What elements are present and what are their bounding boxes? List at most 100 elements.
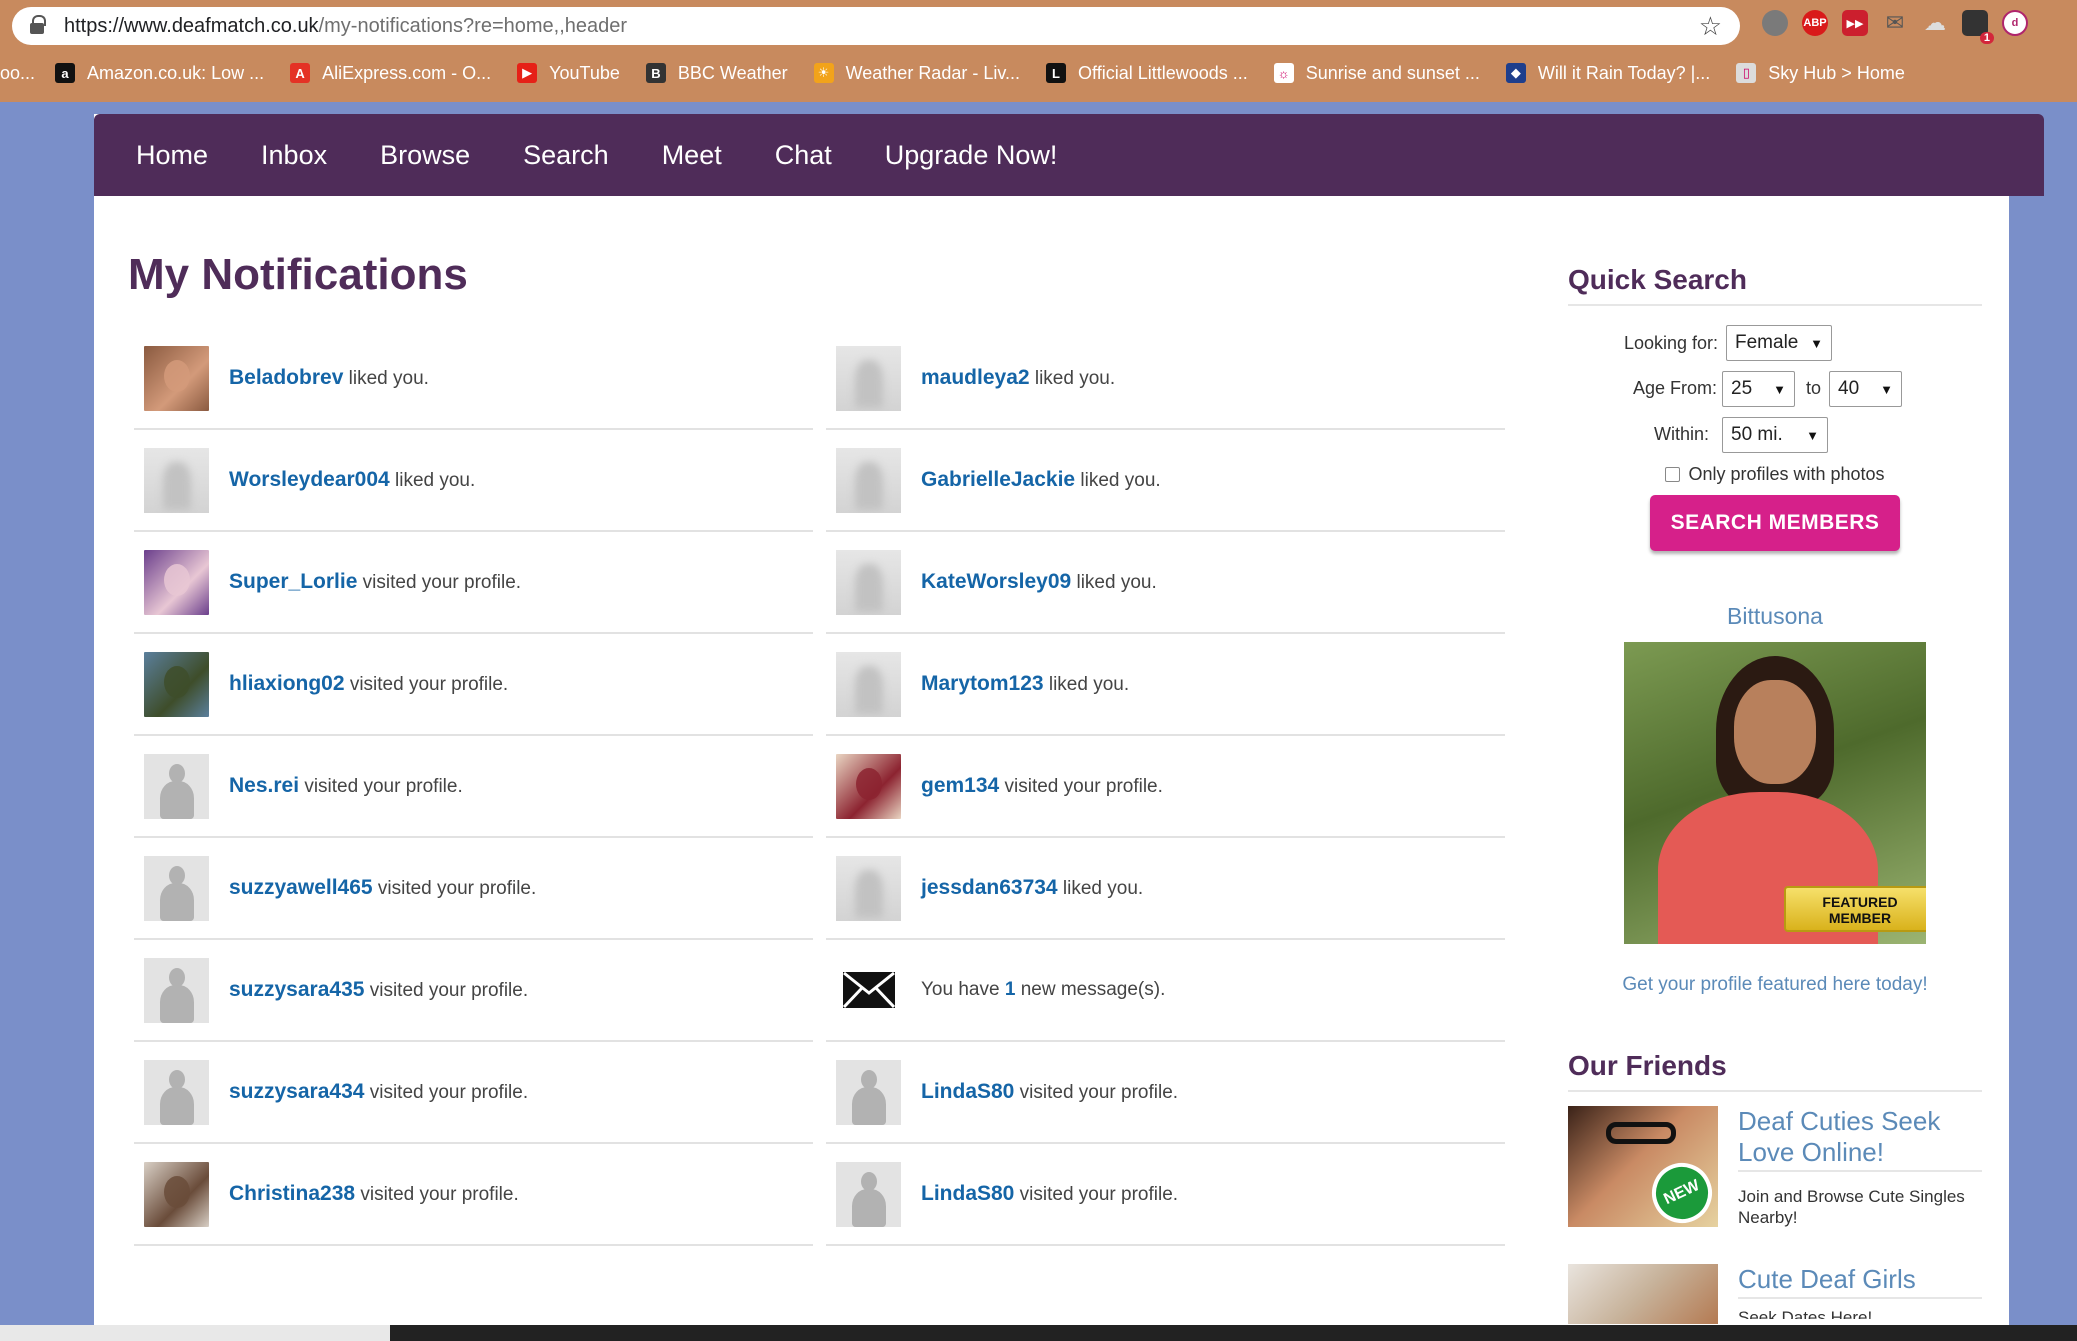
avatar[interactable] [144, 957, 209, 1023]
avatar[interactable] [144, 1059, 209, 1125]
nav-item-home[interactable]: Home [136, 140, 208, 171]
notification-username[interactable]: suzzysara434 [229, 1080, 364, 1103]
extension-circle-icon[interactable] [1762, 10, 1788, 36]
bookmark-item[interactable]: ▯ Sky Hub > Home [1736, 63, 1905, 84]
bookmark-item[interactable]: L Official Littlewoods ... [1046, 63, 1248, 84]
avatar[interactable] [836, 753, 901, 819]
new-badge: NEW [1642, 1153, 1718, 1227]
featured-photo-face [1734, 680, 1816, 784]
chat-extension-icon[interactable]: ☁ [1922, 10, 1948, 36]
notification-row: Marytom123 liked you. [826, 634, 1505, 736]
silhouette-body [160, 780, 194, 819]
friend-title[interactable]: Cute Deaf Girls [1738, 1264, 1982, 1299]
avatar[interactable] [836, 447, 901, 513]
search-members-button[interactable]: SEARCH MEMBERS [1650, 495, 1900, 551]
avatar-face [164, 665, 190, 698]
nav-item-search[interactable]: Search [523, 140, 609, 171]
friend-item[interactable]: NEW Deaf Cuties Seek Love Online! Join a… [1568, 1106, 1982, 1228]
notification-action: visited your profile. [304, 776, 463, 797]
notification-username[interactable]: Marytom123 [921, 672, 1044, 695]
notification-username[interactable]: suzzysara435 [229, 978, 364, 1001]
notification-action: visited your profile. [1019, 1082, 1179, 1103]
bookmark-item[interactable]: ◆ Will it Rain Today? |... [1505, 63, 1710, 84]
friend-title[interactable]: Deaf Cuties Seek Love Online! [1738, 1106, 1982, 1172]
age-to-select[interactable]: 40 ▼ [1829, 371, 1902, 407]
avatar[interactable] [836, 651, 901, 717]
notification-username[interactable]: KateWorsley09 [921, 570, 1071, 593]
avatar[interactable] [144, 855, 209, 921]
profile-extension-icon[interactable]: 1 [1962, 10, 1994, 44]
forward-extension-icon[interactable]: ▶▶ [1842, 10, 1868, 36]
notification-username[interactable]: GabrielleJackie [921, 468, 1075, 491]
notification-username[interactable]: gem134 [921, 774, 999, 797]
notification-username[interactable]: LindaS80 [921, 1182, 1014, 1205]
url-text[interactable]: https://www.deafmatch.co.uk/my-notificat… [64, 15, 627, 38]
avatar[interactable] [144, 1161, 209, 1227]
notification-username[interactable]: Christina238 [229, 1182, 355, 1205]
featured-member-photo[interactable]: FEATURED MEMBER [1624, 642, 1926, 944]
notification-username[interactable]: Super_Lorlie [229, 570, 357, 593]
message-suffix: new message(s). [1020, 979, 1166, 1000]
notification-username[interactable]: hliaxiong02 [229, 672, 345, 695]
avatar[interactable] [836, 1059, 901, 1125]
envelope-shape [842, 971, 895, 1009]
photos-only-checkbox[interactable] [1665, 467, 1681, 482]
notification-row: suzzyawell465 visited your profile. [134, 838, 813, 940]
within-select[interactable]: 50 mi. ▼ [1722, 417, 1828, 453]
notification-text: suzzysara434 visited your profile. [229, 1080, 528, 1104]
notifications-right-column: maudleya2 liked you. GabrielleJackie like… [826, 328, 1505, 1246]
friend-item[interactable]: Cute Deaf Girls Seek Dates Here! [1568, 1264, 1982, 1324]
bookmark-item[interactable]: A AliExpress.com - O... [290, 63, 491, 84]
address-bar[interactable]: https://www.deafmatch.co.uk/my-notificat… [12, 7, 1740, 45]
avatar[interactable] [144, 549, 209, 615]
notification-username[interactable]: Worsleydear004 [229, 468, 390, 491]
avatar[interactable] [836, 1161, 901, 1227]
deafmatch-extension-icon[interactable]: d [2002, 10, 2028, 36]
featured-member-name[interactable]: Bittusona [1568, 603, 1982, 630]
notification-username[interactable]: LindaS80 [921, 1080, 1014, 1103]
bookmark-star-icon[interactable]: ☆ [1699, 11, 1722, 42]
notification-text: You have 1 new message(s). [921, 979, 1165, 1001]
bookmark-item[interactable]: ☀ Weather Radar - Liv... [813, 63, 1020, 84]
looking-for-select[interactable]: Female ▼ [1726, 325, 1832, 361]
mail-extension-icon[interactable]: ✉ [1882, 10, 1908, 36]
silhouette-body [160, 882, 194, 921]
bookmark-item[interactable]: B BBC Weather [645, 63, 788, 84]
get-featured-link[interactable]: Get your profile featured here today! [1568, 974, 1982, 996]
bookmark-item[interactable]: ▶ YouTube [517, 63, 620, 84]
notification-action: liked you. [395, 470, 476, 491]
dropdown-arrow-icon: ▼ [1806, 427, 1819, 443]
message-count[interactable]: 1 [1005, 979, 1016, 1000]
nav-item-chat[interactable]: Chat [775, 140, 832, 171]
friend-thumbnail[interactable] [1568, 1264, 1718, 1324]
age-from-select[interactable]: 25 ▼ [1722, 371, 1795, 407]
nav-item-upgrade-now[interactable]: Upgrade Now! [885, 140, 1058, 171]
notification-username[interactable]: jessdan63734 [921, 876, 1058, 899]
notification-username[interactable]: Beladobrev [229, 366, 343, 389]
avatar[interactable] [836, 345, 901, 411]
adblock-icon[interactable]: ABP [1802, 10, 1828, 36]
littlewoods-icon: L [1046, 63, 1067, 83]
avatar[interactable] [144, 345, 209, 411]
friend-thumbnail[interactable]: NEW [1568, 1106, 1718, 1227]
bookmark-item[interactable]: a Amazon.co.uk: Low ... [55, 63, 264, 84]
glasses-shape [1606, 1122, 1676, 1144]
nav-item-browse[interactable]: Browse [380, 140, 470, 171]
looking-for-label: Looking for: [1623, 332, 1718, 353]
avatar[interactable] [144, 651, 209, 717]
avatar[interactable] [836, 855, 901, 921]
nav-item-meet[interactable]: Meet [662, 140, 722, 171]
youtube-icon: ▶ [517, 63, 538, 83]
bookmark-partial[interactable]: oo... [0, 63, 35, 84]
within-label: Within: [1654, 424, 1710, 444]
avatar[interactable] [836, 549, 901, 615]
notification-username[interactable]: maudleya2 [921, 366, 1030, 389]
notification-username[interactable]: Nes.rei [229, 774, 299, 797]
avatar[interactable] [144, 447, 209, 513]
age-to-value: 40 [1838, 378, 1860, 399]
nav-item-inbox[interactable]: Inbox [261, 140, 327, 171]
notification-username[interactable]: suzzyawell465 [229, 876, 373, 899]
bookmark-item[interactable]: ☼ Sunrise and sunset ... [1273, 63, 1480, 84]
aliexpress-icon: A [290, 63, 311, 83]
avatar[interactable] [144, 753, 209, 819]
